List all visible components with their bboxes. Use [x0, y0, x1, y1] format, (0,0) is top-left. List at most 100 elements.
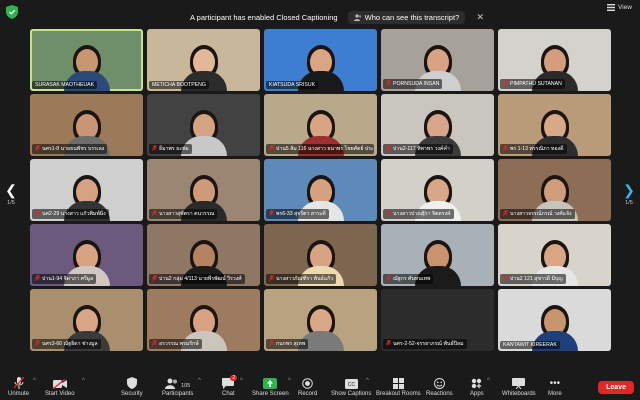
participant-tile[interactable]: ปาน1-94 จิดาภา ศรีมูล [30, 224, 143, 286]
microphone-muted-icon [35, 210, 40, 218]
participant-name: อรวรรณ พรมรักษ์ [159, 341, 199, 347]
participant-tile[interactable]: นศร-2-52-จรรยาภรณ์ พันธ์ปิลม [381, 289, 494, 351]
chevron-up-icon[interactable]: ^ [33, 378, 36, 384]
participant-name: พร 1-13 พรรณิภา ทองดี [510, 146, 564, 152]
participants-icon [165, 378, 178, 389]
participant-tile[interactable]: อรวรรณ พรมรักษ์ [147, 289, 260, 351]
close-icon[interactable]: ✕ [475, 12, 485, 23]
participant-tile[interactable]: METICHA BOOTPENG [147, 29, 260, 91]
reactions-label: Reactions [426, 391, 453, 397]
chevron-up-icon[interactable]: ^ [487, 378, 490, 384]
participant-tile[interactable]: นศร1-8 นายธนพัชร บรรเลง [30, 94, 143, 156]
participant-tile[interactable]: กนกพร สุเทพ [264, 289, 377, 351]
participant-name: นศร-2-52-จรรยาภรณ์ พันธ์ปิลม [393, 341, 464, 347]
participant-name-label: ณัฐกร ศันทนเทพ [383, 274, 434, 284]
participant-name: PORNSUDA INSAN [393, 81, 440, 87]
chevron-up-icon[interactable]: ^ [82, 378, 85, 384]
microphone-muted-icon [386, 210, 391, 218]
participant-name-label: นศร1-8 นายธนพัชร บรรเลง [32, 144, 108, 154]
microphone-muted-icon [152, 340, 157, 348]
chevron-up-icon[interactable]: ^ [240, 378, 243, 384]
breakout-rooms-icon [392, 378, 404, 389]
shield-icon[interactable] [6, 5, 18, 19]
participant-tile[interactable]: พร 1-13 พรรณิภา ทองดี [498, 94, 611, 156]
apps-label: Apps [470, 391, 484, 397]
participant-tile[interactable]: นศ2-29 นางสาว แก้วพิมพ์มิ่ง [30, 159, 143, 221]
participants-button[interactable]: 105 Participants [162, 376, 193, 397]
apps-button[interactable]: Apps [470, 376, 484, 397]
participant-tile[interactable]: SURASAK MAOTHEUAK [30, 29, 143, 91]
microphone-muted-icon [269, 275, 274, 283]
page-indicator-right: 1/5 [625, 200, 633, 206]
chevron-up-icon[interactable]: ^ [288, 378, 291, 384]
share-screen-icon [263, 378, 278, 389]
participant-tile[interactable]: ปาน2 121 สุชาวดี มีบุญ [498, 224, 611, 286]
participant-name-label: PIMPATHU SUTANAN [500, 79, 565, 89]
participant-name-label: นางสาวปาณฐิรา จิตตรงค์ [383, 209, 454, 219]
share-screen-label: Share Screen [252, 391, 289, 397]
view-button[interactable]: View [607, 4, 632, 11]
participant-name: ปาน2 กลุ่ม 4/113 นายพีรพัฒน์ วิรวงศ์ [159, 276, 242, 282]
participant-tile[interactable]: นางสาวจรรณ์ภรณ์ วงศ์แจ้ง [498, 159, 611, 221]
participant-name-label: PORNSUDA INSAN [383, 79, 443, 89]
security-button[interactable]: Security [121, 376, 143, 397]
start-video-button[interactable]: Start Video [45, 376, 75, 397]
participant-name: ณัฐกร ศันทนเทพ [393, 276, 431, 282]
participant-name: กนกพร สุเทพ [276, 341, 306, 347]
breakout-rooms-label: Breakout Rooms [376, 391, 421, 397]
participant-tile[interactable]: พร6-33 สุจรีตา สาระดี [264, 159, 377, 221]
participant-tile[interactable]: KANTAWIT KIREERAK [498, 289, 611, 351]
participant-tile[interactable]: นางสาวสุพัตรา ตนวรรณ [147, 159, 260, 221]
zoom-meeting-window: A participant has enabled Closed Caption… [0, 0, 640, 400]
participant-tile[interactable]: PIMPATHU SUTANAN [498, 29, 611, 91]
participant-name-label: SURASAK MAOTHEUAK [32, 81, 98, 89]
participant-name-label: ปาน2-117 ทิพาพร วงค์คำ [383, 144, 453, 154]
show-captions-label: Show Captions [331, 391, 372, 397]
participant-tile[interactable]: ณัฐกร ศันทนเทพ [381, 224, 494, 286]
breakout-rooms-button[interactable]: Breakout Rooms [376, 376, 421, 397]
participant-name-label: METICHA BOOTPENG [149, 81, 209, 89]
whiteboards-button[interactable]: Whiteboards [502, 376, 536, 397]
participant-name-label: ปาน2 กลุ่ม 4/113 นายพีรพัฒน์ วิรวงศ์ [149, 274, 245, 284]
chat-button[interactable]: 2 Chat [222, 375, 238, 397]
reactions-button[interactable]: Reactions [426, 376, 453, 397]
participants-count: 105 [181, 383, 191, 389]
chevron-right-icon: ❯ [623, 182, 635, 198]
microphone-muted-icon [386, 340, 391, 348]
record-button[interactable]: Record [298, 376, 317, 397]
microphone-muted-icon [35, 145, 40, 153]
transcript-visibility-button[interactable]: Who can see this transcript? [347, 10, 466, 24]
share-screen-button[interactable]: Share Screen [252, 376, 289, 397]
participant-tile[interactable]: นางสาวภัณฑิรา พันธ์แก้ว [264, 224, 377, 286]
participant-name: ปาน5 ส้ม 116 นางสาว ธนาพร ไชยศัตย์ ประจ [276, 146, 374, 152]
participant-tile[interactable]: KIATSUDA SRISUK [264, 29, 377, 91]
microphone-muted-icon [13, 377, 24, 389]
leave-button[interactable]: Leave [598, 381, 634, 394]
chat-badge: 2 [230, 375, 238, 381]
next-page-button[interactable]: ❯ 1/5 [620, 182, 638, 206]
participant-name: นางสาวจรรณ์ภรณ์ วงศ์แจ้ง [510, 211, 572, 217]
participant-tile[interactable]: นศร3-60 ณัฐธิดา ช่างมูล [30, 289, 143, 351]
participant-tile[interactable]: ปาน5 ส้ม 116 นางสาว ธนาพร ไชยศัตย์ ประจ [264, 94, 377, 156]
participant-name-label: ปาน2 121 สุชาวดี มีบุญ [500, 274, 566, 284]
participant-tile[interactable]: ปาน2 กลุ่ม 4/113 นายพีรพัฒน์ วิรวงศ์ [147, 224, 260, 286]
participant-tile[interactable]: ปาน2-117 ทิพาพร วงค์คำ [381, 94, 494, 156]
previous-page-button[interactable]: ❮ 1/5 [2, 182, 20, 206]
participant-name-label: นางสาวจรรณ์ภรณ์ วงศ์แจ้ง [500, 209, 575, 219]
microphone-muted-icon [152, 275, 157, 283]
participant-tile[interactable]: ธีมาพร ธะพ่อ [147, 94, 260, 156]
chevron-up-icon[interactable]: ^ [198, 378, 201, 384]
participant-name-label: KANTAWIT KIREERAK [500, 341, 560, 349]
gallery-grid: SURASAK MAOTHEUAK METICHA BOOTPENG KIATSUD… [30, 29, 611, 364]
grid-view-icon [607, 4, 616, 11]
participant-name: นางสาวปาณฐิรา จิตตรงค์ [393, 211, 451, 217]
microphone-muted-icon [503, 80, 508, 88]
unmute-button[interactable]: Unmute [8, 376, 29, 397]
participant-tile[interactable]: PORNSUDA INSAN [381, 29, 494, 91]
caption-notice: A participant has enabled Closed Caption… [190, 8, 485, 26]
more-button[interactable]: ••• More [548, 376, 562, 398]
participant-name-label: พร 1-13 พรรณิภา ทองดี [500, 144, 567, 154]
participant-tile[interactable]: นางสาวปาณฐิรา จิตตรงค์ [381, 159, 494, 221]
participant-name: นางสาวสุพัตรา ตนวรรณ [159, 211, 215, 217]
chevron-up-icon[interactable]: ^ [366, 378, 369, 384]
